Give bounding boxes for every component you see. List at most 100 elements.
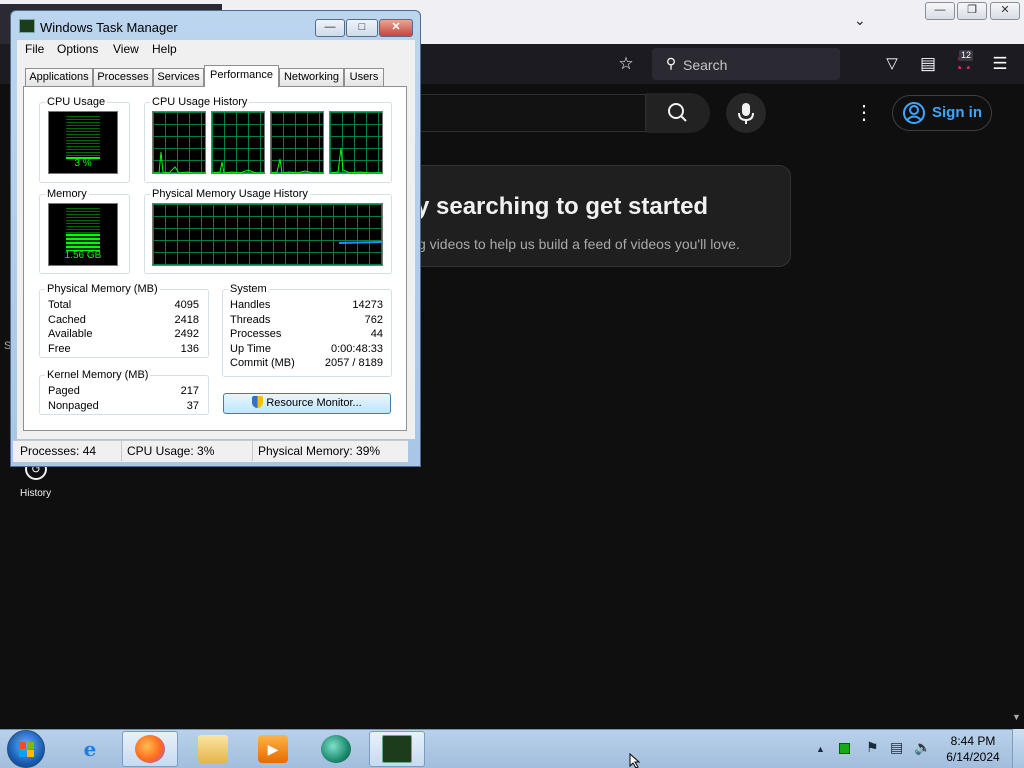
system-label: System	[228, 283, 269, 295]
browser-restore-button[interactable]: ❐	[957, 2, 987, 20]
cpu-core-1-graph	[152, 111, 206, 174]
cpu-history-label: CPU Usage History	[150, 96, 250, 108]
close-button[interactable]: ✕	[379, 19, 413, 37]
cpu-core-2-graph	[211, 111, 265, 174]
minimize-button[interactable]: —	[315, 19, 345, 37]
kernel-memory-label: Kernel Memory (MB)	[45, 369, 151, 381]
media-player-icon: ▶	[258, 735, 288, 763]
tray-app-icon[interactable]	[839, 743, 850, 754]
kernel-nonpaged-value: 37	[186, 400, 199, 412]
task-manager-taskbar-icon	[382, 735, 412, 763]
resource-monitor-label: Resource Monitor...	[266, 397, 362, 409]
taskbar-clock[interactable]: 8:44 PM 6/14/2024	[940, 733, 1006, 765]
task-manager-icon	[19, 19, 35, 33]
kernel-paged-label: Paged	[48, 385, 80, 397]
memory-value: 1.56 GB	[64, 250, 102, 261]
show-hidden-icons-icon[interactable]: ▲	[816, 744, 825, 754]
cpu-core-3-graph	[270, 111, 324, 174]
physical-available-value: 2492	[174, 328, 199, 340]
status-processes: Processes: 44	[20, 444, 97, 458]
resource-monitor-button[interactable]: Resource Monitor...	[223, 393, 391, 414]
system-processes-value: 44	[370, 328, 383, 340]
status-memory: Physical Memory: 39%	[258, 444, 381, 458]
cpu-usage-value: 3 %	[74, 158, 92, 169]
account-icon	[903, 102, 925, 124]
extension-badge: 12	[959, 50, 974, 61]
tab-services[interactable]: Services	[153, 68, 204, 86]
maximize-button[interactable]: □	[346, 19, 378, 37]
kernel-nonpaged-label: Nonpaged	[48, 400, 99, 412]
youtube-search-input[interactable]	[420, 94, 646, 132]
memory-meter: 1.56 GB	[48, 203, 118, 266]
windows-logo-icon	[19, 742, 34, 757]
physical-available-label: Available	[48, 328, 93, 340]
more-options-icon[interactable]: ⋮	[852, 101, 876, 125]
start-button[interactable]	[7, 730, 45, 768]
get-started-subtitle: g videos to help us build a feed of vide…	[418, 236, 740, 252]
pocket-icon[interactable]: ▽	[880, 52, 904, 76]
browser-search-placeholder: Search	[683, 57, 728, 73]
tab-processes[interactable]: Processes	[93, 68, 153, 86]
system-threads-value: 762	[364, 314, 383, 326]
system-handles-value: 14273	[352, 299, 383, 311]
search-engine-icon[interactable]: ⚲	[659, 51, 683, 75]
browser-close-button[interactable]: ✕	[990, 2, 1020, 20]
window-title: Windows Task Manager	[40, 20, 178, 35]
firefox-icon	[135, 735, 165, 763]
chat-app-icon	[321, 735, 351, 763]
extensions-icon[interactable]: ▤	[916, 52, 940, 76]
clock-date: 6/14/2024	[946, 750, 1000, 764]
memory-label: Memory	[45, 188, 89, 200]
kernel-paged-value: 217	[180, 385, 199, 397]
youtube-search-button[interactable]	[646, 93, 710, 133]
internet-explorer-icon: e	[83, 737, 97, 761]
menu-file[interactable]: File	[25, 42, 44, 56]
mouse-cursor-icon	[629, 753, 641, 768]
physical-total-label: Total	[48, 299, 72, 311]
clock-time: 8:44 PM	[950, 734, 996, 748]
system-commit-label: Commit (MB)	[230, 357, 295, 369]
microphone-icon	[738, 103, 754, 124]
search-icon	[668, 103, 687, 122]
physical-cached-value: 2418	[174, 314, 199, 326]
network-icon[interactable]: ▤	[890, 739, 903, 756]
system-processes-label: Processes	[230, 328, 282, 340]
physical-free-value: 136	[180, 343, 199, 355]
sign-in-label[interactable]: Sign in	[932, 104, 982, 121]
tab-networking[interactable]: Networking	[279, 68, 344, 86]
get-started-title: y searching to get started	[416, 193, 709, 220]
status-cpu: CPU Usage: 3%	[127, 444, 215, 458]
folder-icon	[198, 735, 228, 763]
physical-total-value: 4095	[174, 299, 199, 311]
system-handles-label: Handles	[230, 299, 271, 311]
menu-options[interactable]: Options	[57, 42, 98, 56]
show-desktop-button[interactable]	[1012, 729, 1024, 768]
memory-fill	[66, 234, 100, 251]
list-all-tabs-icon[interactable]: ⌄	[854, 12, 874, 32]
status-divider	[121, 441, 122, 461]
memory-history-label: Physical Memory Usage History	[150, 188, 310, 200]
bookmark-star-icon[interactable]: ☆	[614, 52, 638, 76]
hamburger-menu-icon[interactable]: ☰	[988, 52, 1012, 76]
action-center-flag-icon[interactable]: ⚑	[866, 739, 879, 756]
memory-history-graph	[152, 203, 383, 266]
voice-search-button[interactable]	[726, 93, 766, 133]
system-threads-label: Threads	[230, 314, 271, 326]
physical-cached-label: Cached	[48, 314, 86, 326]
cpu-usage-label: CPU Usage	[45, 96, 108, 108]
tab-applications[interactable]: Applications	[25, 68, 93, 86]
tab-users[interactable]: Users	[344, 68, 384, 86]
system-commit-value: 2057 / 8189	[324, 357, 383, 369]
tab-performance[interactable]: Performance	[204, 65, 279, 87]
sidebar-item-history[interactable]: History	[20, 488, 51, 499]
browser-minimize-button[interactable]: —	[925, 2, 955, 20]
system-uptime-label: Up Time	[230, 343, 271, 355]
status-divider	[252, 441, 253, 461]
cpu-core-4-graph	[329, 111, 383, 174]
menu-help[interactable]: Help	[152, 42, 177, 56]
cpu-usage-meter: 3 %	[48, 111, 118, 174]
menu-view[interactable]: View	[113, 42, 139, 56]
physical-memory-label: Physical Memory (MB)	[45, 283, 160, 295]
volume-muted-icon[interactable]: 🔈	[914, 739, 931, 756]
scroll-down-arrow-icon[interactable]: ▼	[1012, 712, 1021, 722]
